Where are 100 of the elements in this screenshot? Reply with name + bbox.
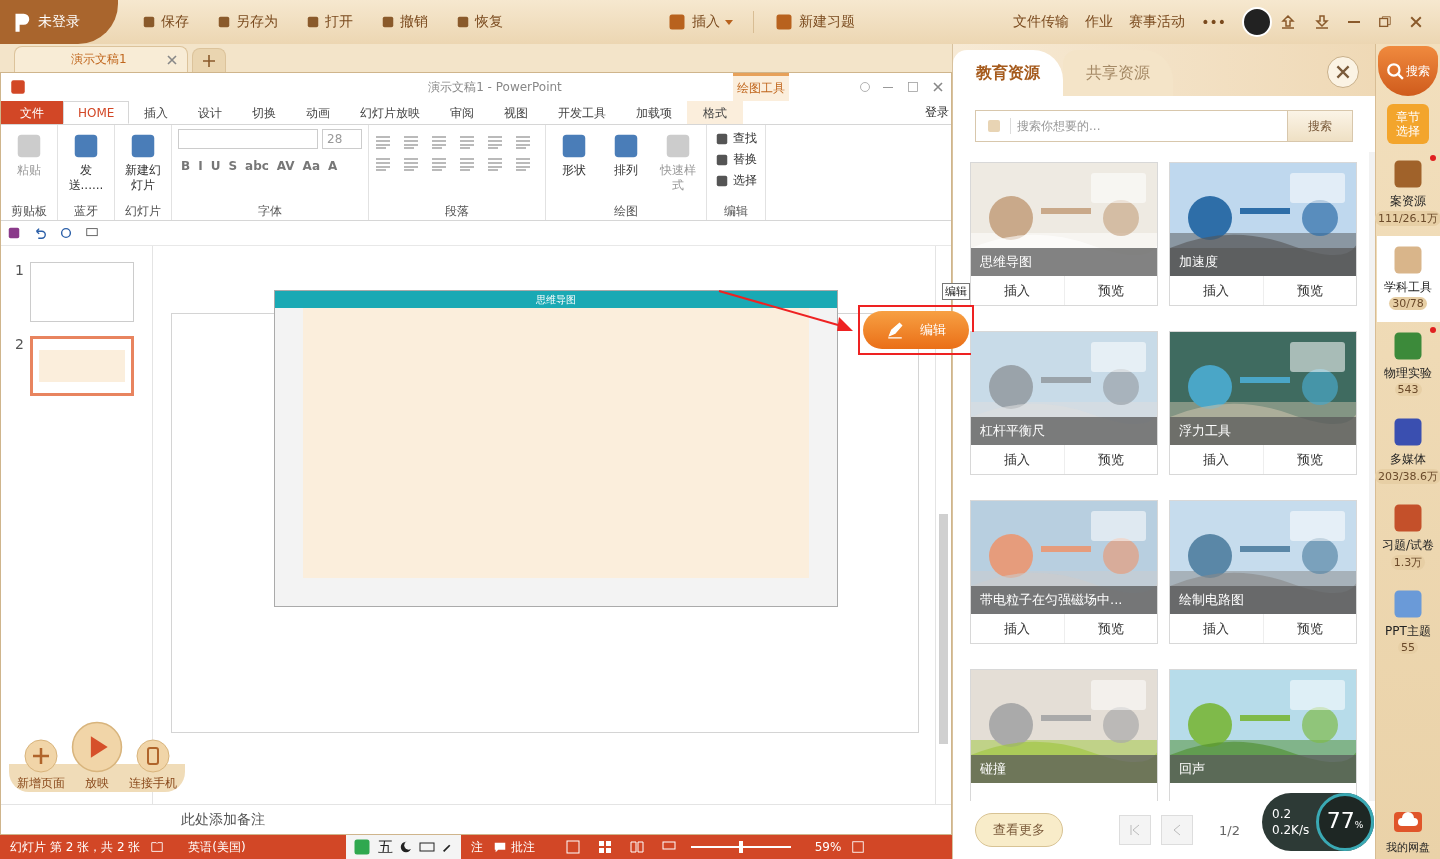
align-icon[interactable] (487, 157, 503, 171)
nav-link[interactable]: 作业 (1077, 13, 1122, 31)
reading-icon (628, 839, 645, 855)
nav-link[interactable]: 赛事活动 (1121, 13, 1194, 31)
ime-mode[interactable]: 五 (377, 837, 393, 857)
maximize-icon (907, 81, 919, 93)
notes-placeholder[interactable]: 此处添加备注 (181, 810, 265, 829)
more-button[interactable]: 查看更多 (975, 813, 1063, 847)
close-icon[interactable] (167, 54, 177, 65)
sidebar-count: 203/38.6万 (1374, 469, 1440, 484)
avatar[interactable] (1242, 7, 1272, 37)
resource-card[interactable]: 带电粒子在匀强磁场中... 插入 预览 (970, 500, 1158, 644)
sidebar-item[interactable]: 物理实验 543 (1376, 322, 1440, 408)
sidebar-item[interactable]: 习题/试卷 1.3万 (1376, 494, 1440, 580)
slide-thumbnail[interactable] (29, 262, 134, 322)
align-icon[interactable] (487, 135, 503, 149)
document-tab[interactable]: 演示文稿1 (14, 46, 188, 72)
toolbar-button[interactable]: 打开 (292, 13, 367, 31)
toolbar-button[interactable]: 保存 (128, 13, 203, 31)
panel-tab[interactable]: 教育资源 (953, 50, 1063, 96)
ime-toolbar[interactable]: 五 (345, 835, 461, 859)
ribbon-button[interactable]: 排列 (604, 129, 648, 180)
float-button[interactable]: 连接手机 (127, 739, 179, 792)
font-field[interactable] (178, 129, 318, 149)
minimize-icon[interactable] (883, 86, 893, 88)
format-button[interactable]: S (225, 159, 241, 173)
cloud-disk-button[interactable]: 我的网盘 (1386, 806, 1430, 859)
format-button[interactable]: U (207, 159, 224, 173)
resource-card[interactable]: 绘制电路图 插入 预览 (1169, 500, 1357, 644)
previous-page-button[interactable] (1161, 815, 1193, 845)
align-icon[interactable] (431, 157, 447, 171)
nav-link[interactable]: 文件传输 (1005, 13, 1078, 31)
close-icon[interactable] (1410, 16, 1422, 28)
panel-close-button[interactable] (1327, 56, 1359, 88)
align-icon[interactable] (375, 135, 391, 149)
align-icon[interactable] (403, 135, 419, 149)
search-button[interactable]: 搜索 (1287, 110, 1353, 142)
new-tab-button[interactable] (192, 48, 226, 72)
scrollbar[interactable] (939, 514, 948, 744)
resource-card[interactable]: 加速度 插入 预览 (1169, 162, 1357, 306)
chevron-left-icon (1171, 824, 1183, 836)
object-title: 思维导图 (275, 291, 837, 308)
notes-toggle[interactable]: 注 (460, 838, 493, 856)
play-icon (71, 721, 123, 773)
sidebar-item[interactable]: 学科工具 30/78 (1376, 236, 1440, 322)
slide-number: 1 (15, 262, 24, 280)
slide-thumbnail[interactable] (29, 336, 134, 396)
align-icon[interactable] (515, 135, 531, 149)
format-button[interactable]: AV (273, 159, 298, 173)
first-page-button[interactable] (1119, 815, 1151, 845)
ribbon-tab[interactable]: 文件 (1, 101, 63, 124)
phone-icon (136, 739, 170, 773)
resource-card[interactable]: 杠杆平衡尺 插入 预览 (970, 331, 1158, 475)
format-button[interactable]: A (325, 159, 341, 173)
user-name[interactable]: 未登录 (38, 13, 80, 31)
powerpoint-icon (9, 78, 27, 96)
format-button[interactable]: Aa (299, 159, 323, 173)
toolbar-button[interactable]: 撤销 (367, 13, 442, 31)
insert-button[interactable]: 插入 (653, 12, 748, 32)
resource-card[interactable]: 回声 (1169, 669, 1357, 801)
resource-card[interactable]: 碰撞 (970, 669, 1158, 801)
align-icon[interactable] (459, 135, 475, 149)
sidebar-item[interactable]: PPT主题 55 (1376, 580, 1440, 666)
nav-link[interactable]: ••• (1193, 14, 1234, 30)
toolbar-button[interactable]: 恢复 (442, 13, 517, 31)
sidebar-item[interactable]: 案资源 111/26.1万 (1376, 150, 1440, 236)
new-exercise-button[interactable]: 新建习题 (760, 12, 870, 32)
ribbon-button[interactable]: 新建幻灯片 (121, 129, 165, 195)
float-button[interactable]: 新增页面 (15, 739, 67, 792)
language-label[interactable]: 英语(美国) (178, 838, 256, 856)
resource-card[interactable]: 思维导图 插入 预览 (970, 162, 1158, 306)
align-icon[interactable] (431, 135, 447, 149)
format-button[interactable]: I (195, 159, 206, 173)
toolbar-button[interactable]: 另存为 (203, 13, 292, 31)
ribbon-button[interactable]: 替换 (713, 150, 759, 169)
search-input[interactable]: 搜索你想要的... (1010, 118, 1287, 134)
align-icon[interactable] (459, 157, 475, 171)
format-button[interactable]: B (178, 159, 194, 173)
ribbon-button[interactable]: 发送...... (64, 129, 108, 195)
format-button[interactable]: abc (242, 159, 272, 173)
upload-icon (1280, 14, 1296, 30)
search-field[interactable]: 搜索你想要的... (975, 110, 1287, 142)
ribbon-button[interactable]: 查找 (713, 129, 759, 148)
close-icon[interactable] (933, 82, 943, 92)
ribbon-button[interactable]: 形状 (552, 129, 596, 180)
zoom-thumb[interactable] (738, 841, 743, 853)
ribbon-button[interactable]: 选择 (713, 171, 759, 190)
align-icon[interactable] (515, 157, 531, 171)
zoom-level[interactable]: 59% (804, 840, 852, 854)
align-icon[interactable] (375, 157, 391, 171)
comments-toggle[interactable]: 批注 (506, 838, 545, 856)
align-icon[interactable] (403, 157, 419, 171)
close-icon[interactable] (1336, 65, 1350, 79)
ribbon-tab[interactable]: HOME (63, 101, 130, 124)
sidebar-item[interactable]: 多媒体 203/38.6万 (1376, 408, 1440, 494)
float-button[interactable]: 放映 (69, 721, 125, 792)
ribbon-tab[interactable]: 格式 (687, 101, 744, 124)
login-link[interactable]: 登录 (925, 104, 951, 121)
card-title: 杠杆平衡尺 (971, 417, 1157, 445)
resource-card[interactable]: 浮力工具 插入 预览 (1169, 331, 1357, 475)
